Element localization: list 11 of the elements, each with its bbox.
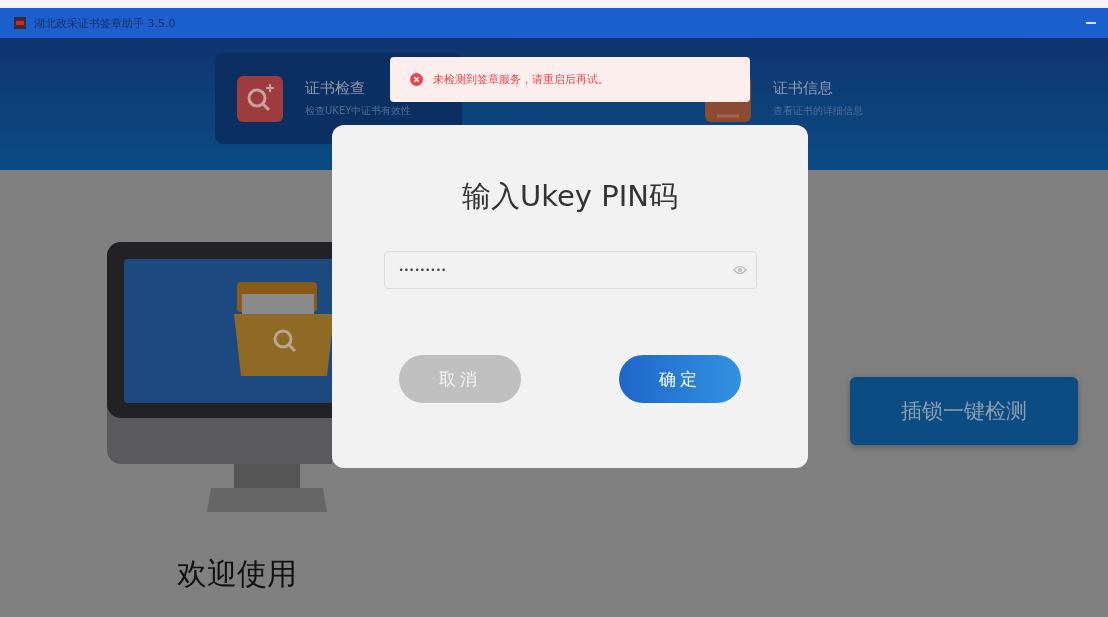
app-logo-icon: [14, 17, 26, 29]
detect-button[interactable]: 插锁一键检测: [850, 377, 1078, 445]
window-title: 湖北政采证书签章助手 3.5.0: [34, 15, 177, 31]
search-icon: [237, 75, 283, 122]
welcome-heading: 欢迎使用: [176, 555, 298, 593]
dialog-title: 输入Ukey PIN码: [462, 178, 678, 215]
error-icon: [410, 73, 423, 86]
confirm-button[interactable]: 确定: [619, 355, 741, 403]
pin-input-field[interactable]: •••••••••: [383, 251, 757, 289]
card-title: 证书信息: [773, 79, 834, 98]
card-title: 证书检查: [305, 79, 366, 98]
